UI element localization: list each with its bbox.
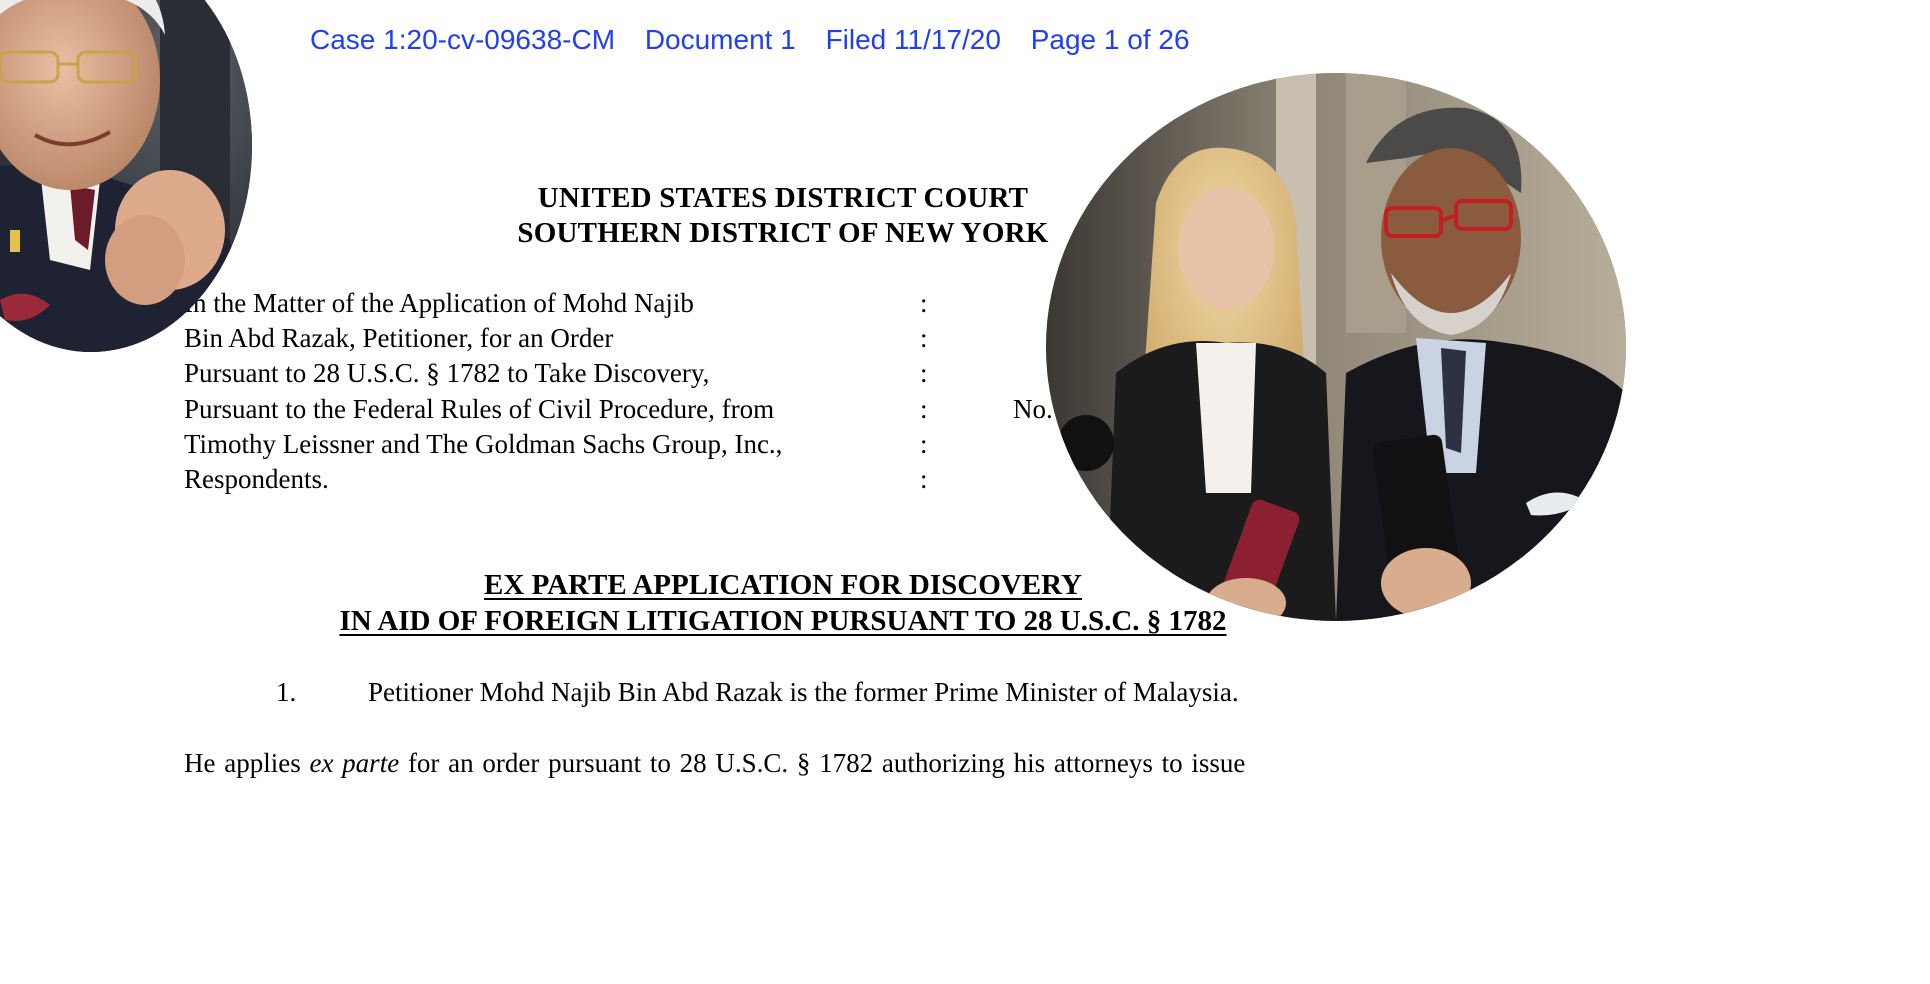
paragraph-text: Petitioner Mohd Najib Bin Abd Razak is t… [368,677,1239,707]
caption-line: In the Matter of the Application of Mohd… [184,288,694,318]
paragraph-italic-term: ex parte [309,748,400,778]
caption-colon: : [920,464,928,494]
case-number: Case 1:20-cv-09638-CM [310,24,616,55]
case-header: Case 1:20-cv-09638-CM Document 1 Filed 1… [310,24,1212,56]
caption-colon: : [920,394,928,424]
paragraph-number: 1. [276,677,297,707]
case-number-label: No. [1013,394,1053,424]
caption-line: Bin Abd Razak, Petitioner, for an Order [184,323,614,353]
paragraph-text-after: for an order pursuant to 28 U.S.C. § 178… [399,748,1246,778]
document-number: Document 1 [644,24,796,55]
caption-line: Respondents. [184,464,329,494]
caption-line: Pursuant to 28 U.S.C. § 1782 to Take Dis… [184,358,710,388]
group-photo-right [1046,73,1626,621]
paragraph-continuation: He applies ex parte for an order pursuan… [184,748,1245,779]
page-indicator: Page 1 of 26 [1030,24,1190,55]
caption-line: Timothy Leissner and The Goldman Sachs G… [184,429,783,459]
caption-colon: : [920,288,928,318]
caption-colon: : [920,358,928,388]
caption-line: Pursuant to the Federal Rules of Civil P… [184,394,775,424]
caption-colon: : [920,429,928,459]
caption-colon: : [920,323,928,353]
paragraph-text-before: He applies [184,748,310,778]
filed-date: Filed 11/17/20 [825,24,1001,55]
